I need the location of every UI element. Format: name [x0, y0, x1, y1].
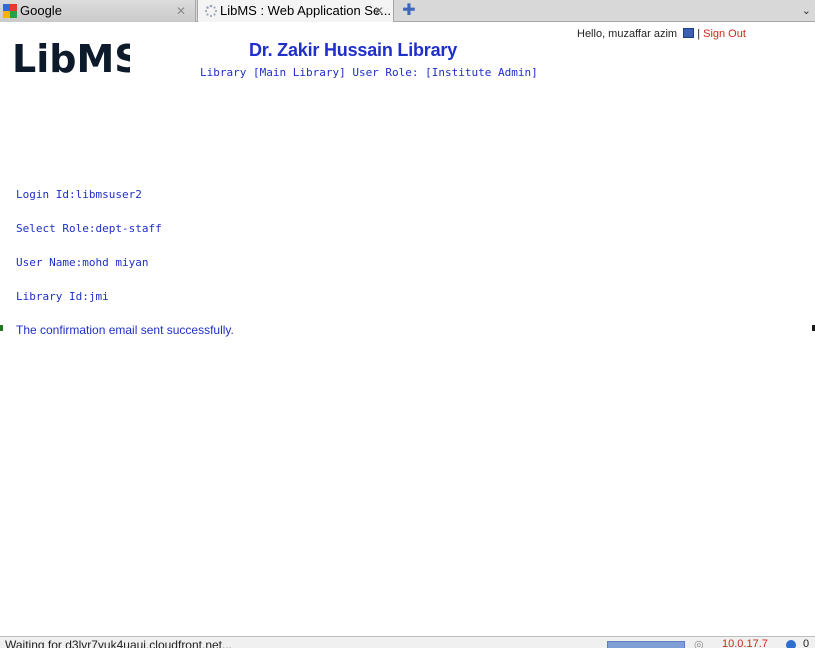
new-tab-button[interactable]: ✚ [400, 0, 418, 22]
tab-strip: Google ✕ LibMS : Web Application Se... ✕… [0, 0, 815, 22]
tab-label: LibMS : Web Application Se... [220, 3, 392, 18]
page-content: LibMS Dr. Zakir Hussain Library Library … [0, 22, 815, 636]
close-tab-icon[interactable]: ✕ [374, 0, 384, 22]
tab-list-chevron-icon[interactable]: ⌄ [802, 0, 811, 22]
libms-logo: LibMS [12, 38, 130, 80]
status-text: Waiting for d3lvr7yuk4uaui.cloudfront.ne… [5, 638, 233, 648]
status-count: 0 [803, 638, 810, 648]
loading-progress-bar [607, 641, 685, 648]
library-id-text: Library Id:jmi [16, 290, 109, 303]
logo-text: LibMS [12, 38, 130, 80]
tab-label: Google [20, 3, 62, 18]
user-bar: Hello, muzaffar azim | Sign Out [577, 28, 746, 40]
loading-spinner-icon [204, 4, 218, 18]
status-bar: Waiting for d3lvr7yuk4uaui.cloudfront.ne… [0, 636, 815, 648]
library-role-subtitle: Library [Main Library] User Role: [Insti… [200, 66, 538, 79]
greeting-text: Hello, muzaffar azim [577, 28, 678, 40]
plugin-icon[interactable]: ◎ [694, 638, 706, 648]
network-status-icon[interactable] [786, 640, 796, 648]
login-id-text: Login Id:libmsuser2 [16, 188, 142, 201]
sign-out-link[interactable]: Sign Out [703, 28, 746, 40]
user-name-text: User Name:mohd miyan [16, 256, 149, 269]
confirmation-message: The confirmation email sent successfully… [16, 323, 234, 337]
tab-libms[interactable]: LibMS : Web Application Se... ✕ [197, 0, 394, 22]
left-edge-marker [0, 325, 3, 331]
tab-google[interactable]: Google ✕ [0, 0, 196, 22]
close-tab-icon[interactable]: ✕ [176, 0, 186, 22]
browser-window: Google ✕ LibMS : Web Application Se... ✕… [0, 0, 815, 648]
google-favicon-icon [3, 4, 17, 18]
ip-address-text: 10.0.17.7 [722, 638, 768, 648]
role-text: Select Role:dept-staff [16, 222, 162, 235]
library-title: Dr. Zakir Hussain Library [248, 40, 458, 60]
mail-icon[interactable] [683, 28, 695, 38]
